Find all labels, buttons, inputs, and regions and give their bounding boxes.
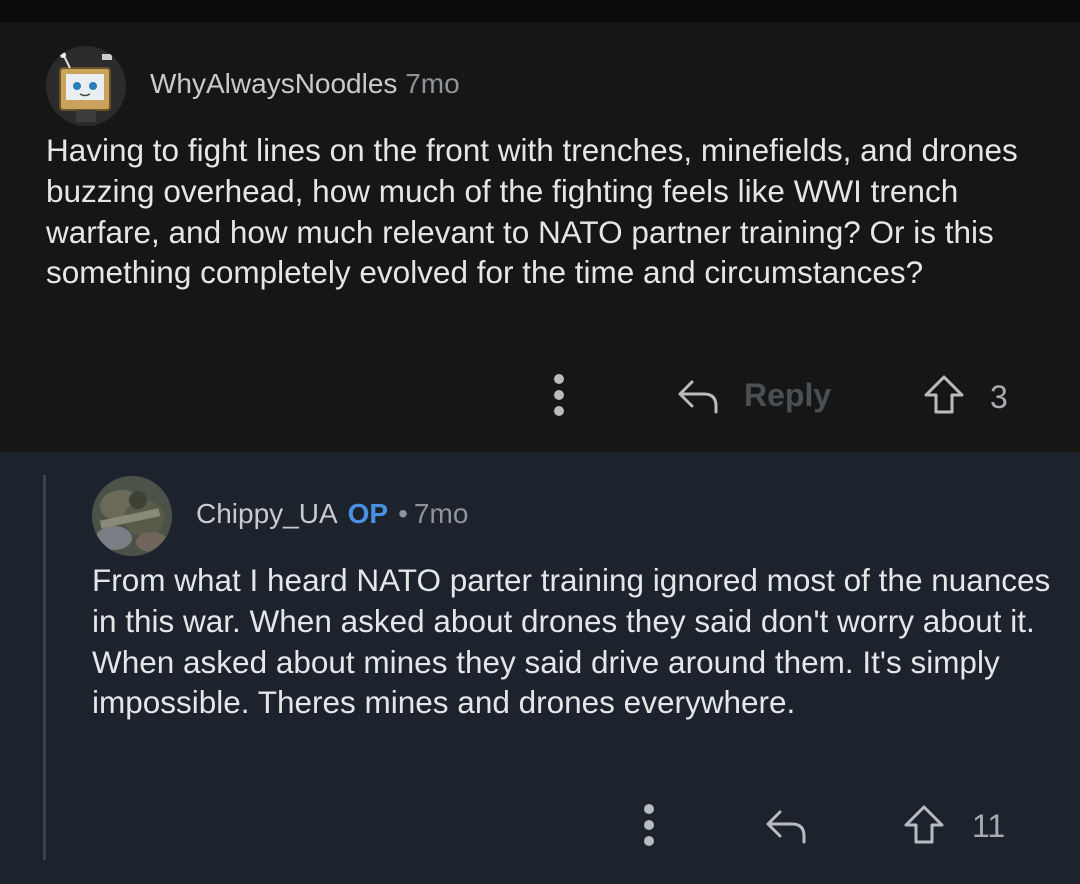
avatar[interactable]	[92, 476, 172, 556]
more-vertical-icon	[644, 804, 654, 814]
username[interactable]: WhyAlwaysNoodles	[150, 68, 397, 99]
op-badge: OP	[347, 498, 389, 529]
comment-age: 7mo	[413, 498, 469, 529]
comment-meta: WhyAlwaysNoodles 7mo	[150, 68, 460, 100]
upvote-arrow-icon	[904, 805, 944, 844]
comment-age: 7mo	[405, 68, 460, 99]
upvote-button[interactable]	[902, 804, 946, 851]
reply-button[interactable]	[676, 376, 720, 421]
avatar[interactable]	[46, 46, 126, 126]
upvote-count: 11	[972, 808, 1006, 844]
more-options-button[interactable]	[547, 374, 571, 418]
username[interactable]: Chippy_UA	[196, 498, 338, 529]
meta-separator: •	[398, 498, 408, 529]
top-bar	[0, 0, 1080, 22]
more-vertical-icon	[554, 374, 564, 384]
comment-body: From what I heard NATO parter training i…	[92, 562, 1051, 721]
reply-arrow-icon	[678, 380, 718, 414]
user-photo-icon	[92, 476, 172, 556]
reply-arrow-icon	[766, 810, 806, 844]
upvote-button[interactable]	[922, 374, 966, 421]
comment-meta: Chippy_UA OP • 7mo	[196, 498, 468, 530]
thread-line[interactable]	[43, 475, 46, 860]
user-avatar-icon	[46, 46, 126, 126]
reply-label[interactable]: Reply	[744, 377, 831, 414]
upvote-arrow-icon	[924, 375, 964, 414]
comment-body: Having to fight lines on the front with …	[46, 132, 1018, 291]
reply-button[interactable]	[764, 806, 808, 851]
upvote-count: 3	[990, 379, 1008, 415]
more-options-button[interactable]	[637, 804, 661, 848]
